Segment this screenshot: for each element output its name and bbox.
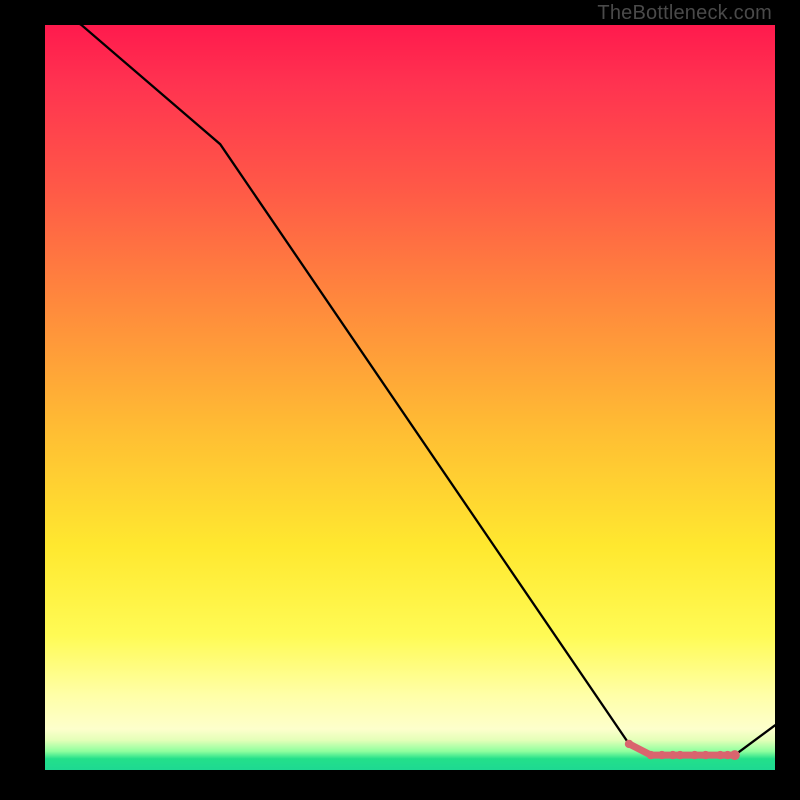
data-line-group: [45, 3, 775, 756]
marker-group: [625, 740, 740, 760]
marker-dot: [625, 740, 633, 748]
marker-dot: [676, 751, 684, 759]
data-line: [45, 3, 775, 756]
plot-overlay: [45, 25, 775, 770]
marker-dot: [716, 751, 724, 759]
marker-dot: [658, 751, 666, 759]
marker-dot: [701, 751, 709, 759]
watermark-text: TheBottleneck.com: [597, 2, 772, 25]
marker-dot: [691, 751, 699, 759]
marker-dot-end: [730, 750, 740, 760]
marker-dot: [669, 751, 677, 759]
chart-frame: TheBottleneck.com: [0, 0, 800, 800]
marker-dot: [647, 751, 655, 759]
